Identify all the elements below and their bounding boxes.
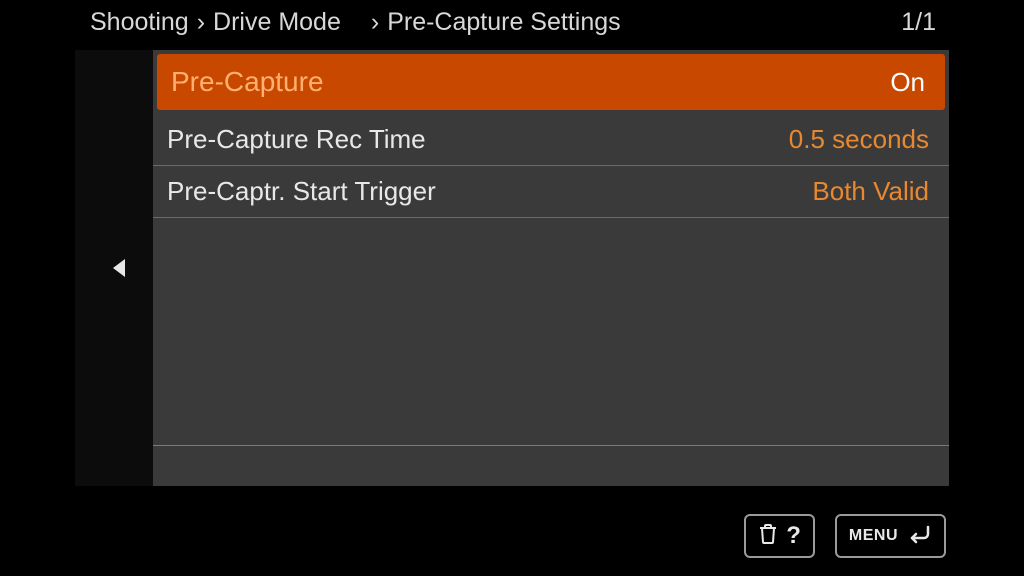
menu-bottom-space — [153, 446, 949, 486]
breadcrumb: Shooting › Drive Mode › Pre-Capture Sett… — [0, 0, 1024, 43]
menu-item-value: 0.5 seconds — [789, 124, 929, 155]
left-rail — [75, 50, 153, 486]
menu-item-value: On — [890, 67, 925, 98]
chevron-right-icon: › — [347, 8, 381, 37]
trash-icon — [758, 523, 778, 550]
help-label: ? — [786, 522, 801, 550]
main-panel: Pre-Capture On Pre-Capture Rec Time 0.5 … — [75, 50, 949, 486]
menu-list: Pre-Capture On Pre-Capture Rec Time 0.5 … — [153, 50, 949, 486]
return-arrow-icon — [906, 523, 932, 550]
menu-item-value: Both Valid — [812, 176, 929, 207]
footer-bar: ? MENU — [744, 514, 946, 558]
menu-back-button[interactable]: MENU — [835, 514, 946, 558]
menu-label: MENU — [849, 527, 898, 545]
menu-item-label: Pre-Capture — [171, 66, 324, 98]
breadcrumb-level3: Pre-Capture Settings — [387, 8, 620, 37]
back-arrow-icon[interactable] — [113, 259, 125, 277]
help-button[interactable]: ? — [744, 514, 815, 558]
breadcrumb-level2: Drive Mode — [213, 8, 341, 37]
menu-item-pre-capture-rec-time[interactable]: Pre-Capture Rec Time 0.5 seconds — [153, 114, 949, 166]
menu-item-pre-capture[interactable]: Pre-Capture On — [157, 54, 945, 110]
breadcrumb-level1: Shooting — [90, 8, 189, 37]
menu-item-label: Pre-Captr. Start Trigger — [167, 176, 436, 207]
page-indicator: 1/1 — [901, 8, 936, 37]
menu-item-label: Pre-Capture Rec Time — [167, 124, 426, 155]
menu-spacer — [153, 218, 949, 445]
menu-item-pre-capture-start-trigger[interactable]: Pre-Captr. Start Trigger Both Valid — [153, 166, 949, 218]
chevron-right-icon: › — [195, 8, 207, 37]
